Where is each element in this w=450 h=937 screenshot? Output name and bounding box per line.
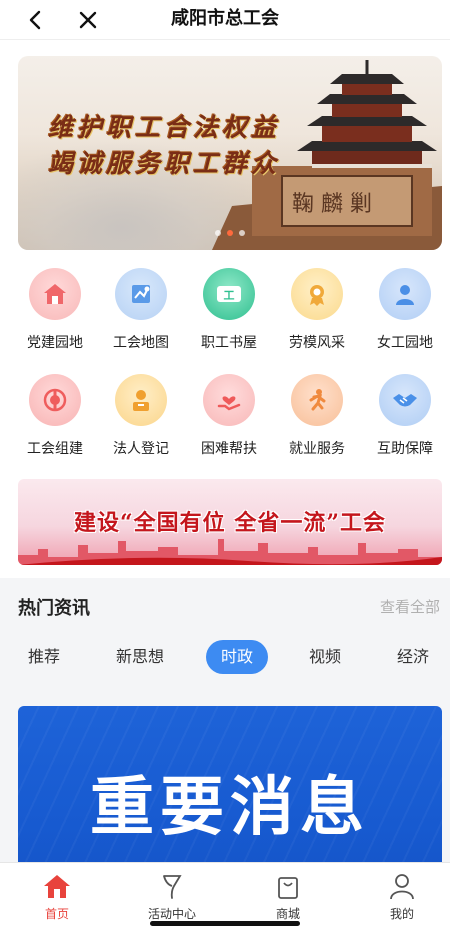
helping-hand-icon: [203, 374, 255, 426]
grid-label: 党建园地: [27, 335, 83, 351]
svg-text:鞠 麟 剿: 鞠 麟 剿: [292, 192, 372, 217]
svg-text:工: 工: [224, 289, 235, 302]
map-icon: [115, 268, 167, 320]
handshake-icon: [379, 374, 431, 426]
tabbar-item-activity[interactable]: 活动中心: [127, 871, 217, 922]
slogan-banner[interactable]: 建设“全国有位 全省一流”工会: [18, 479, 442, 565]
carousel-dot-active[interactable]: [227, 230, 233, 236]
tabbar-item-home[interactable]: 首页: [12, 871, 102, 922]
registration-icon: [115, 374, 167, 426]
grid-label: 就业服务: [289, 441, 345, 457]
tab-economy[interactable]: 经济: [386, 640, 440, 674]
party-building-icon: [29, 268, 81, 320]
slogan-banner-text: 建设“全国有位 全省一流”工会: [74, 510, 386, 536]
home-indicator: [150, 921, 300, 926]
tab-new-thought[interactable]: 新思想: [104, 640, 176, 674]
running-person-icon: [291, 374, 343, 426]
grid-item-party-building[interactable]: 党建园地: [10, 262, 100, 358]
carousel-dots: [18, 221, 442, 240]
woman-icon: [379, 268, 431, 320]
tab-recommend[interactable]: 推荐: [18, 640, 70, 674]
grid-label: 法人登记: [113, 441, 169, 457]
home-icon: [42, 871, 72, 901]
grid-label: 工会组建: [27, 441, 83, 457]
activity-icon: [157, 871, 187, 901]
tabbar-item-mine[interactable]: 我的: [357, 871, 447, 922]
grid-item-worker-bookstore[interactable]: 工 职工书屋: [184, 262, 274, 358]
top-navigation-bar: 咸阳市总工会: [0, 0, 450, 40]
carousel-dot[interactable]: [215, 230, 221, 236]
close-icon[interactable]: [74, 6, 102, 34]
profile-icon: [387, 871, 417, 901]
grid-item-employment-service[interactable]: 就业服务: [272, 368, 362, 464]
section-title: 热门资讯: [18, 598, 90, 619]
tabbar-label: 活动中心: [147, 907, 196, 921]
tabbar-label: 首页: [44, 907, 69, 921]
grid-item-union-map[interactable]: 工会地图: [96, 262, 186, 358]
grid-label: 职工书屋: [201, 335, 257, 351]
banner-slogan-line2: 竭诚服务职工群众: [48, 149, 281, 178]
grid-label: 劳模风采: [289, 335, 345, 351]
union-emblem-icon: [29, 374, 81, 426]
view-all-link[interactable]: 查看全部: [380, 596, 440, 617]
back-icon[interactable]: [22, 6, 50, 34]
tabbar-label: 我的: [389, 907, 414, 921]
tab-current-affairs[interactable]: 时政: [206, 640, 268, 674]
grid-item-legal-registration[interactable]: 法人登记: [96, 368, 186, 464]
news-card-headline: 重要消息: [90, 771, 370, 845]
medal-icon: [291, 268, 343, 320]
tabbar-item-mall[interactable]: 商城: [243, 871, 333, 922]
grid-label: 困难帮扶: [201, 441, 257, 457]
hero-banner[interactable]: 鞠 麟 剿 维护职工合法权益 竭诚服务职工群众: [18, 56, 442, 250]
grid-label: 工会地图: [113, 335, 169, 351]
bookstore-icon: 工: [203, 268, 255, 320]
grid-label: 女工园地: [377, 335, 433, 351]
page-title: 咸阳市总工会: [171, 8, 279, 29]
grid-item-hardship-assistance[interactable]: 困难帮扶: [184, 368, 274, 464]
carousel-dot[interactable]: [239, 230, 245, 236]
grid-item-model-workers[interactable]: 劳模风采: [272, 262, 362, 358]
grid-label: 互助保障: [377, 441, 433, 457]
shopping-bag-icon: [273, 871, 303, 901]
banner-slogan-line1: 维护职工合法权益: [48, 113, 281, 142]
tabbar-label: 商城: [275, 907, 300, 921]
grid-item-union-formation[interactable]: 工会组建: [10, 368, 100, 464]
tab-video[interactable]: 视频: [298, 640, 352, 674]
grid-item-mutual-aid[interactable]: 互助保障: [360, 368, 450, 464]
grid-item-women-workers[interactable]: 女工园地: [360, 262, 450, 358]
